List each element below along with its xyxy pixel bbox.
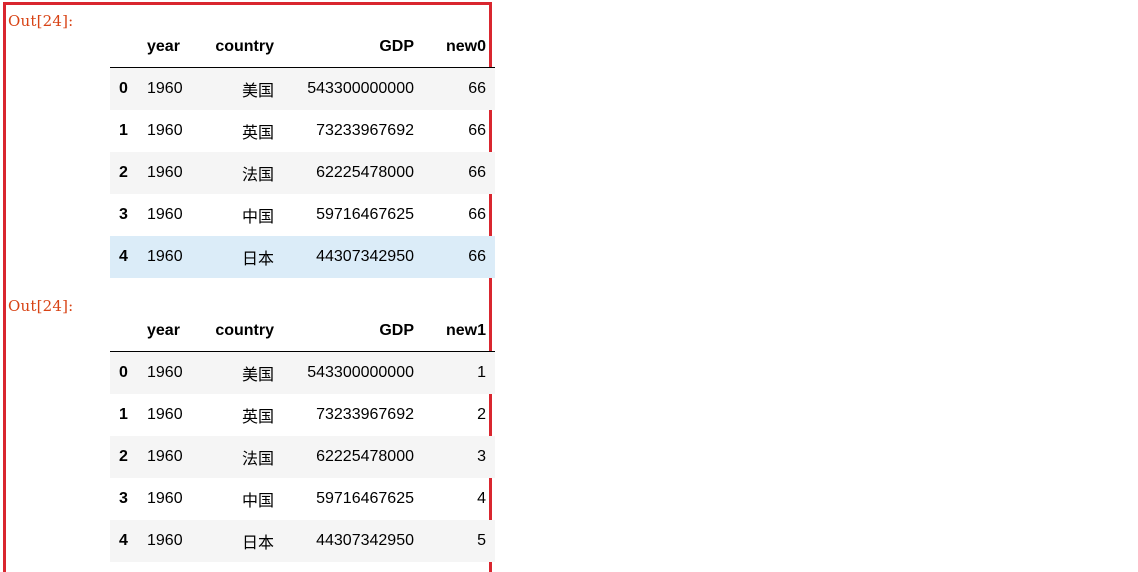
column-header-gdp: GDP: [274, 27, 414, 68]
table-row: 0 1960 美国 543300000000 1: [110, 351, 495, 394]
cell-new0: 66: [468, 164, 486, 181]
cell-gdp: 73233967692: [316, 406, 414, 423]
cell-year: 1960: [147, 406, 183, 423]
row-index: 2: [119, 448, 128, 465]
column-header-new1: new1: [414, 311, 495, 352]
cell-country: 法国: [241, 167, 274, 184]
cell-gdp: 543300000000: [307, 364, 414, 381]
column-header-country: country: [199, 311, 274, 352]
cell-gdp: 73233967692: [316, 122, 414, 139]
cell-new1: 5: [477, 532, 486, 549]
cell-gdp: 59716467625: [316, 206, 414, 223]
cell-new1: 1: [477, 364, 486, 381]
row-index: 0: [119, 364, 128, 381]
cell-year: 1960: [147, 532, 183, 549]
table-row: 3 1960 中国 59716467625 66: [110, 194, 495, 236]
row-index: 4: [119, 248, 128, 265]
column-header-gdp: GDP: [274, 311, 414, 352]
table-row: 1 1960 英国 73233967692 2: [110, 394, 495, 436]
cell-year: 1960: [147, 248, 183, 265]
cell-new0: 66: [468, 248, 486, 265]
row-index: 2: [119, 164, 128, 181]
table-header-row: year country GDP new1: [110, 311, 495, 352]
column-header-year: year: [138, 27, 199, 68]
cell-country: 日本: [241, 535, 274, 552]
table-row: 1 1960 英国 73233967692 66: [110, 110, 495, 152]
cell-new0: 66: [468, 122, 486, 139]
cell-country: 法国: [241, 451, 274, 468]
table-row: 3 1960 中国 59716467625 4: [110, 478, 495, 520]
row-index: 1: [119, 122, 128, 139]
row-index: 3: [119, 206, 128, 223]
cell-gdp: 44307342950: [316, 532, 414, 549]
cell-gdp: 62225478000: [316, 448, 414, 465]
index-header: [110, 27, 138, 68]
output-prompt: Out[24]:: [8, 12, 74, 30]
table-row: 0 1960 美国 543300000000 66: [110, 67, 495, 110]
table-row: 2 1960 法国 62225478000 3: [110, 436, 495, 478]
cell-new0: 66: [468, 80, 486, 97]
cell-year: 1960: [147, 122, 183, 139]
cell-new1: 2: [477, 406, 486, 423]
column-header-country: country: [199, 27, 274, 68]
cell-country: 日本: [241, 251, 274, 268]
row-index: 1: [119, 406, 128, 423]
row-index: 3: [119, 490, 128, 507]
cell-year: 1960: [147, 448, 183, 465]
output-prompt: Out[24]:: [8, 297, 74, 315]
cell-country: 中国: [241, 209, 274, 226]
column-header-new0: new0: [414, 27, 495, 68]
cell-new0: 66: [468, 206, 486, 223]
cell-country: 中国: [241, 493, 274, 510]
cell-country: 英国: [241, 409, 274, 426]
cell-new1: 3: [477, 448, 486, 465]
cell-gdp: 543300000000: [307, 80, 414, 97]
cell-year: 1960: [147, 80, 183, 97]
cell-year: 1960: [147, 490, 183, 507]
cell-gdp: 62225478000: [316, 164, 414, 181]
index-header: [110, 311, 138, 352]
cell-gdp: 59716467625: [316, 490, 414, 507]
row-index: 0: [119, 80, 128, 97]
row-index: 4: [119, 532, 128, 549]
cell-country: 美国: [241, 83, 274, 100]
dataframe-table: year country GDP new0 0 1960 美国 54330000…: [110, 27, 495, 278]
cell-year: 1960: [147, 364, 183, 381]
dataframe-table: year country GDP new1 0 1960 美国 54330000…: [110, 311, 495, 562]
cell-country: 美国: [241, 367, 274, 384]
table-row: 2 1960 法国 62225478000 66: [110, 152, 495, 194]
table-row-hovered: 4 1960 日本 44307342950 66: [110, 236, 495, 278]
table-row: 4 1960 日本 44307342950 5: [110, 520, 495, 562]
column-header-year: year: [138, 311, 199, 352]
cell-country: 英国: [241, 125, 274, 142]
cell-gdp: 44307342950: [316, 248, 414, 265]
table-header-row: year country GDP new0: [110, 27, 495, 68]
cell-year: 1960: [147, 164, 183, 181]
cell-new1: 4: [477, 490, 486, 507]
cell-year: 1960: [147, 206, 183, 223]
